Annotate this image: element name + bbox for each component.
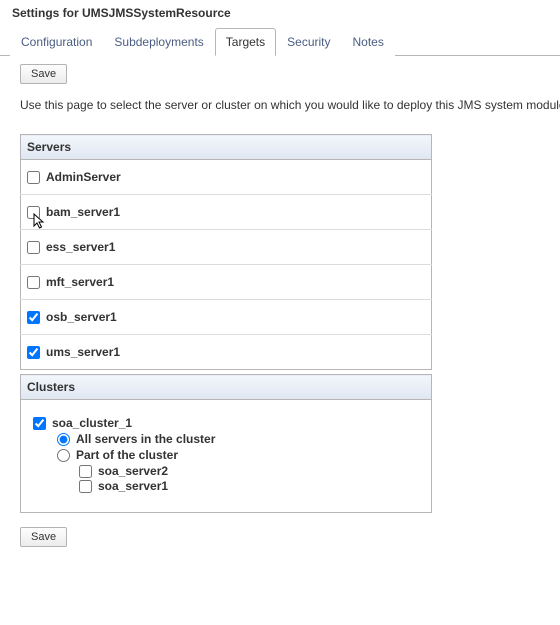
bottom-button-row: Save: [0, 517, 560, 557]
cluster-member-label: soa_server1: [98, 479, 168, 493]
server-checkbox-ums-server1[interactable]: [27, 346, 40, 359]
server-row: osb_server1: [21, 300, 432, 335]
server-checkbox-mft-server1[interactable]: [27, 276, 40, 289]
top-button-row: Save: [0, 56, 560, 92]
radio-all-label: All servers in the cluster: [76, 432, 215, 446]
tab-subdeployments[interactable]: Subdeployments: [103, 28, 214, 56]
cluster-row: soa_cluster_1 All servers in the cluster…: [21, 400, 432, 513]
server-label: bam_server1: [46, 205, 120, 219]
page-title: Settings for UMSJMSSystemResource: [0, 0, 560, 28]
server-checkbox-ess-server1[interactable]: [27, 241, 40, 254]
cluster-checkbox-soa-cluster-1[interactable]: [33, 417, 46, 430]
help-text: Use this page to select the server or cl…: [0, 92, 560, 130]
radio-part-label: Part of the cluster: [76, 448, 178, 462]
server-checkbox-adminserver[interactable]: [27, 171, 40, 184]
server-row: bam_server1: [21, 195, 432, 230]
server-label: AdminServer: [46, 170, 121, 184]
cluster-member-label: soa_server2: [98, 464, 168, 478]
server-row: AdminServer: [21, 160, 432, 195]
cluster-member-checkbox-soa-server1[interactable]: [79, 480, 92, 493]
cluster-radio-group: All servers in the cluster Part of the c…: [33, 432, 419, 493]
servers-table: Servers AdminServer bam_server1: [20, 134, 432, 370]
radio-all-servers[interactable]: [57, 433, 70, 446]
server-label: ums_server1: [46, 345, 120, 359]
server-label: ess_server1: [46, 240, 115, 254]
tab-bar: Configuration Subdeployments Targets Sec…: [0, 28, 560, 56]
tab-notes[interactable]: Notes: [342, 28, 395, 56]
tab-targets[interactable]: Targets: [215, 28, 276, 56]
server-label: mft_server1: [46, 275, 114, 289]
server-row: mft_server1: [21, 265, 432, 300]
radio-part-cluster[interactable]: [57, 449, 70, 462]
cluster-member-list: soa_server2 soa_server1: [57, 464, 419, 493]
save-button[interactable]: Save: [20, 64, 67, 84]
cluster-label: soa_cluster_1: [52, 416, 132, 430]
servers-heading: Servers: [21, 135, 432, 160]
server-checkbox-osb-server1[interactable]: [27, 311, 40, 324]
server-checkbox-bam-server1[interactable]: [27, 206, 40, 219]
clusters-table: Clusters soa_cluster_1 All servers in th…: [20, 374, 432, 513]
servers-header-row: Servers: [21, 135, 432, 160]
server-label: osb_server1: [46, 310, 117, 324]
tab-configuration[interactable]: Configuration: [10, 28, 103, 56]
settings-page: Settings for UMSJMSSystemResource Config…: [0, 0, 560, 567]
tab-security[interactable]: Security: [276, 28, 341, 56]
save-button[interactable]: Save: [20, 527, 67, 547]
server-row: ess_server1: [21, 230, 432, 265]
cluster-member-checkbox-soa-server2[interactable]: [79, 465, 92, 478]
server-row: ums_server1: [21, 335, 432, 370]
clusters-header-row: Clusters: [21, 375, 432, 400]
clusters-heading: Clusters: [21, 375, 432, 400]
